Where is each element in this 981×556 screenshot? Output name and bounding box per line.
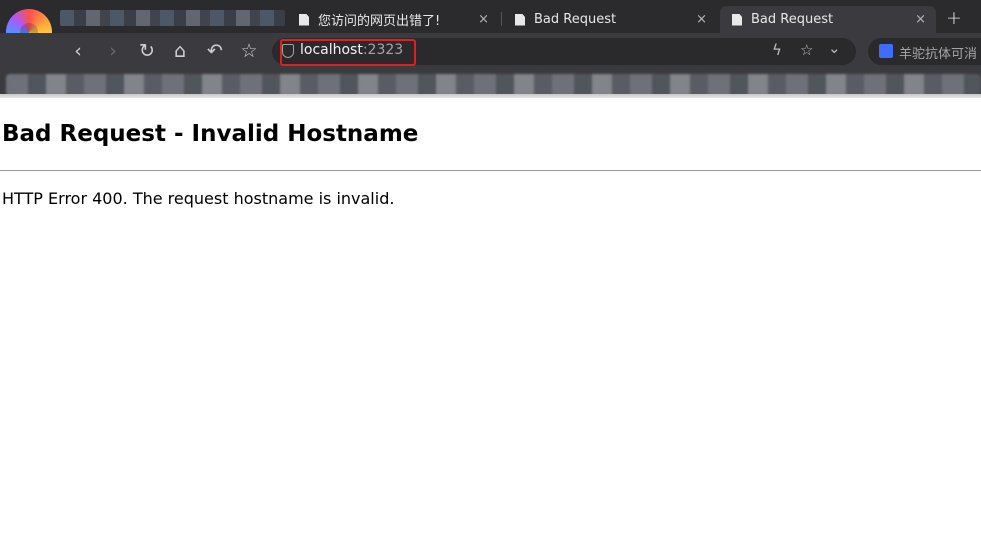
error-message: HTTP Error 400. The request hostname is … <box>2 189 395 208</box>
tab-error-page[interactable]: 您访问的网页出错了! × <box>287 6 499 33</box>
url-highlight-box <box>280 39 416 66</box>
tab-title: Bad Request <box>534 12 617 27</box>
document-icon <box>732 13 742 26</box>
star-icon[interactable]: ☆ <box>800 41 813 59</box>
toolbar: ‹ › ↻ ⌂ ↶ ☆ localhost:2323 ϟ ☆ ⌄ 羊驼抗体可消 <box>0 33 981 70</box>
tab-close-icon[interactable]: × <box>478 12 489 27</box>
home-button[interactable]: ⌂ <box>168 39 192 63</box>
tab-bad-request-1[interactable]: Bad Request × <box>503 6 717 33</box>
tab-close-icon[interactable]: × <box>696 12 707 27</box>
paw-icon <box>879 44 893 58</box>
document-icon <box>299 13 309 26</box>
tab-close-icon[interactable]: × <box>915 12 926 27</box>
search-text: 羊驼抗体可消 <box>899 47 978 62</box>
tab-bad-request-2[interactable]: Bad Request × <box>720 6 936 33</box>
undo-close-tab-button[interactable]: ↶ <box>203 39 227 63</box>
browser-chrome: 您访问的网页出错了! × Bad Request × Bad Request ×… <box>0 0 981 98</box>
document-icon <box>515 13 525 26</box>
forward-button[interactable]: › <box>101 39 125 63</box>
page-title: Bad Request - Invalid Hostname <box>2 121 419 147</box>
tab-title: Bad Request <box>751 12 834 27</box>
blurred-tab-area <box>60 10 285 26</box>
chevron-down-icon[interactable]: ⌄ <box>828 39 841 57</box>
reload-button[interactable]: ↻ <box>135 39 159 63</box>
tab-separator <box>501 12 502 26</box>
tab-title: 您访问的网页出错了! <box>318 14 441 29</box>
page-content: Bad Request - Invalid Hostname HTTP Erro… <box>0 98 981 556</box>
search-box[interactable]: 羊驼抗体可消 <box>868 38 981 65</box>
new-tab-button[interactable]: + <box>946 7 962 29</box>
favorites-button[interactable]: ☆ <box>237 39 261 63</box>
divider <box>0 170 981 171</box>
back-button[interactable]: ‹ <box>66 39 90 63</box>
blurred-bookmarks <box>6 74 981 96</box>
lightning-icon[interactable]: ϟ <box>772 41 782 59</box>
